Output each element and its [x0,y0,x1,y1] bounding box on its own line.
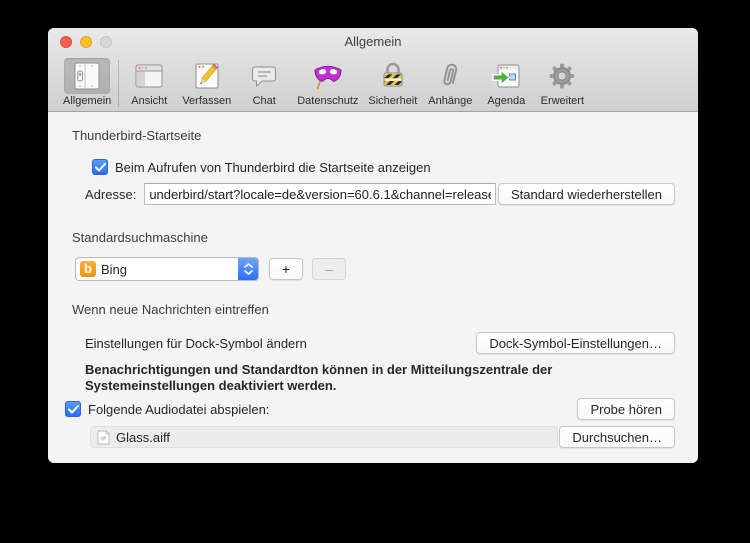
preferences-toolbar: Allgemein Ansicht Verfassen Chat Datensc… [48,55,698,111]
startpage-checkbox-row: Beim Aufrufen von Thunderbird die Starts… [92,159,675,175]
add-search-engine-button[interactable]: + [269,258,303,280]
play-sample-button[interactable]: Probe hören [577,398,675,420]
audio-file-icon [97,429,110,444]
restore-default-button[interactable]: Standard wiederherstellen [497,183,675,205]
preferences-window: Allgemein Allgemein Ansicht Verfassen Ch… [48,28,698,463]
tab-label: Allgemein [63,95,112,107]
notification-notice: Benachrichtigungen und Standardton könne… [85,362,675,394]
preferences-content: Thunderbird-Startseite Beim Aufrufen von… [48,112,698,448]
window-chrome: Allgemein Allgemein Ansicht Verfassen Ch… [48,28,698,112]
window-title: Allgemein [344,34,402,49]
tab-erweitert[interactable]: Erweitert [534,58,590,107]
audio-file-name: Glass.aiff [116,429,170,445]
notice-line-2: Systemeinstellungen deaktiviert werden. [85,378,337,393]
window-controls [60,36,112,48]
audio-file-row: Glass.aiff Durchsuchen… [90,426,675,448]
search-engine-dropdown[interactable]: b Bing [75,257,259,281]
search-engine-selected: Bing [101,261,128,277]
dock-settings-button[interactable]: Dock-Symbol-Einstellungen… [476,332,675,354]
notice-line-1: Benachrichtigungen und Standardton könne… [85,362,553,377]
window-icon [126,58,172,94]
address-label: Adresse: [85,186,137,202]
tab-sicherheit[interactable]: Sicherheit [363,58,422,107]
startpage-checkbox-label: Beim Aufrufen von Thunderbird die Starts… [115,159,431,175]
toolbar-separator [118,60,120,107]
check-icon [94,162,106,171]
tab-datenschutz[interactable]: Datenschutz [292,58,363,107]
audio-checkbox[interactable] [65,401,81,417]
titlebar: Allgemein [48,28,698,55]
audio-checkbox-row: Folgende Audiodatei abspielen: Probe hör… [65,398,675,420]
tab-label: Ansicht [131,95,168,107]
preferences-panel-icon [64,58,111,94]
section-heading-new-messages: Wenn neue Nachrichten eintreffen [72,302,269,317]
audio-file-field: Glass.aiff [90,426,558,448]
chat-bubble-icon [241,58,287,94]
gear-icon [539,58,585,94]
tab-label: Anhänge [428,95,473,107]
audio-checkbox-label: Folgende Audiodatei abspielen: [88,401,270,417]
tab-label: Datenschutz [297,95,359,107]
check-icon [67,404,79,413]
attachment-paperclip-icon [427,58,473,94]
startpage-checkbox[interactable] [92,159,108,175]
dropdown-stepper-icon [238,258,258,280]
tab-label: Agenda [487,95,526,107]
tab-label: Sicherheit [368,95,418,107]
tab-label: Verfassen [182,95,232,107]
tab-agenda[interactable]: Agenda [478,58,534,107]
browse-button[interactable]: Durchsuchen… [559,426,675,448]
section-heading-startpage: Thunderbird-Startseite [72,128,202,143]
section-heading-search: Standardsuchmaschine [72,230,208,245]
zoom-button [100,36,112,48]
security-lock-icon [370,58,416,94]
dock-settings-row: Einstellungen für Dock-Symbol ändern Doc… [85,332,675,354]
tab-label: Erweitert [540,95,585,107]
address-input[interactable] [144,183,497,205]
minimize-button[interactable] [80,36,92,48]
tab-ansicht[interactable]: Ansicht [121,58,177,107]
search-engine-row: b Bing + – [75,257,675,281]
close-button[interactable] [60,36,72,48]
tab-allgemein[interactable]: Allgemein [58,58,116,107]
tab-anhaenge[interactable]: Anhänge [422,58,478,107]
tab-label: Chat [252,95,276,107]
dock-settings-label: Einstellungen für Dock-Symbol ändern [85,335,307,351]
desktop: { "window": { "title": "Allgemein" }, "t… [0,0,750,543]
calendar-arrow-icon [483,58,529,94]
compose-pencil-icon [184,58,230,94]
tab-verfassen[interactable]: Verfassen [177,58,236,107]
bing-logo-icon: b [80,261,96,277]
address-row: Adresse: Standard wiederherstellen [85,183,675,205]
remove-search-engine-button: – [312,258,346,280]
tab-chat[interactable]: Chat [236,58,292,107]
privacy-mask-icon [305,58,351,94]
